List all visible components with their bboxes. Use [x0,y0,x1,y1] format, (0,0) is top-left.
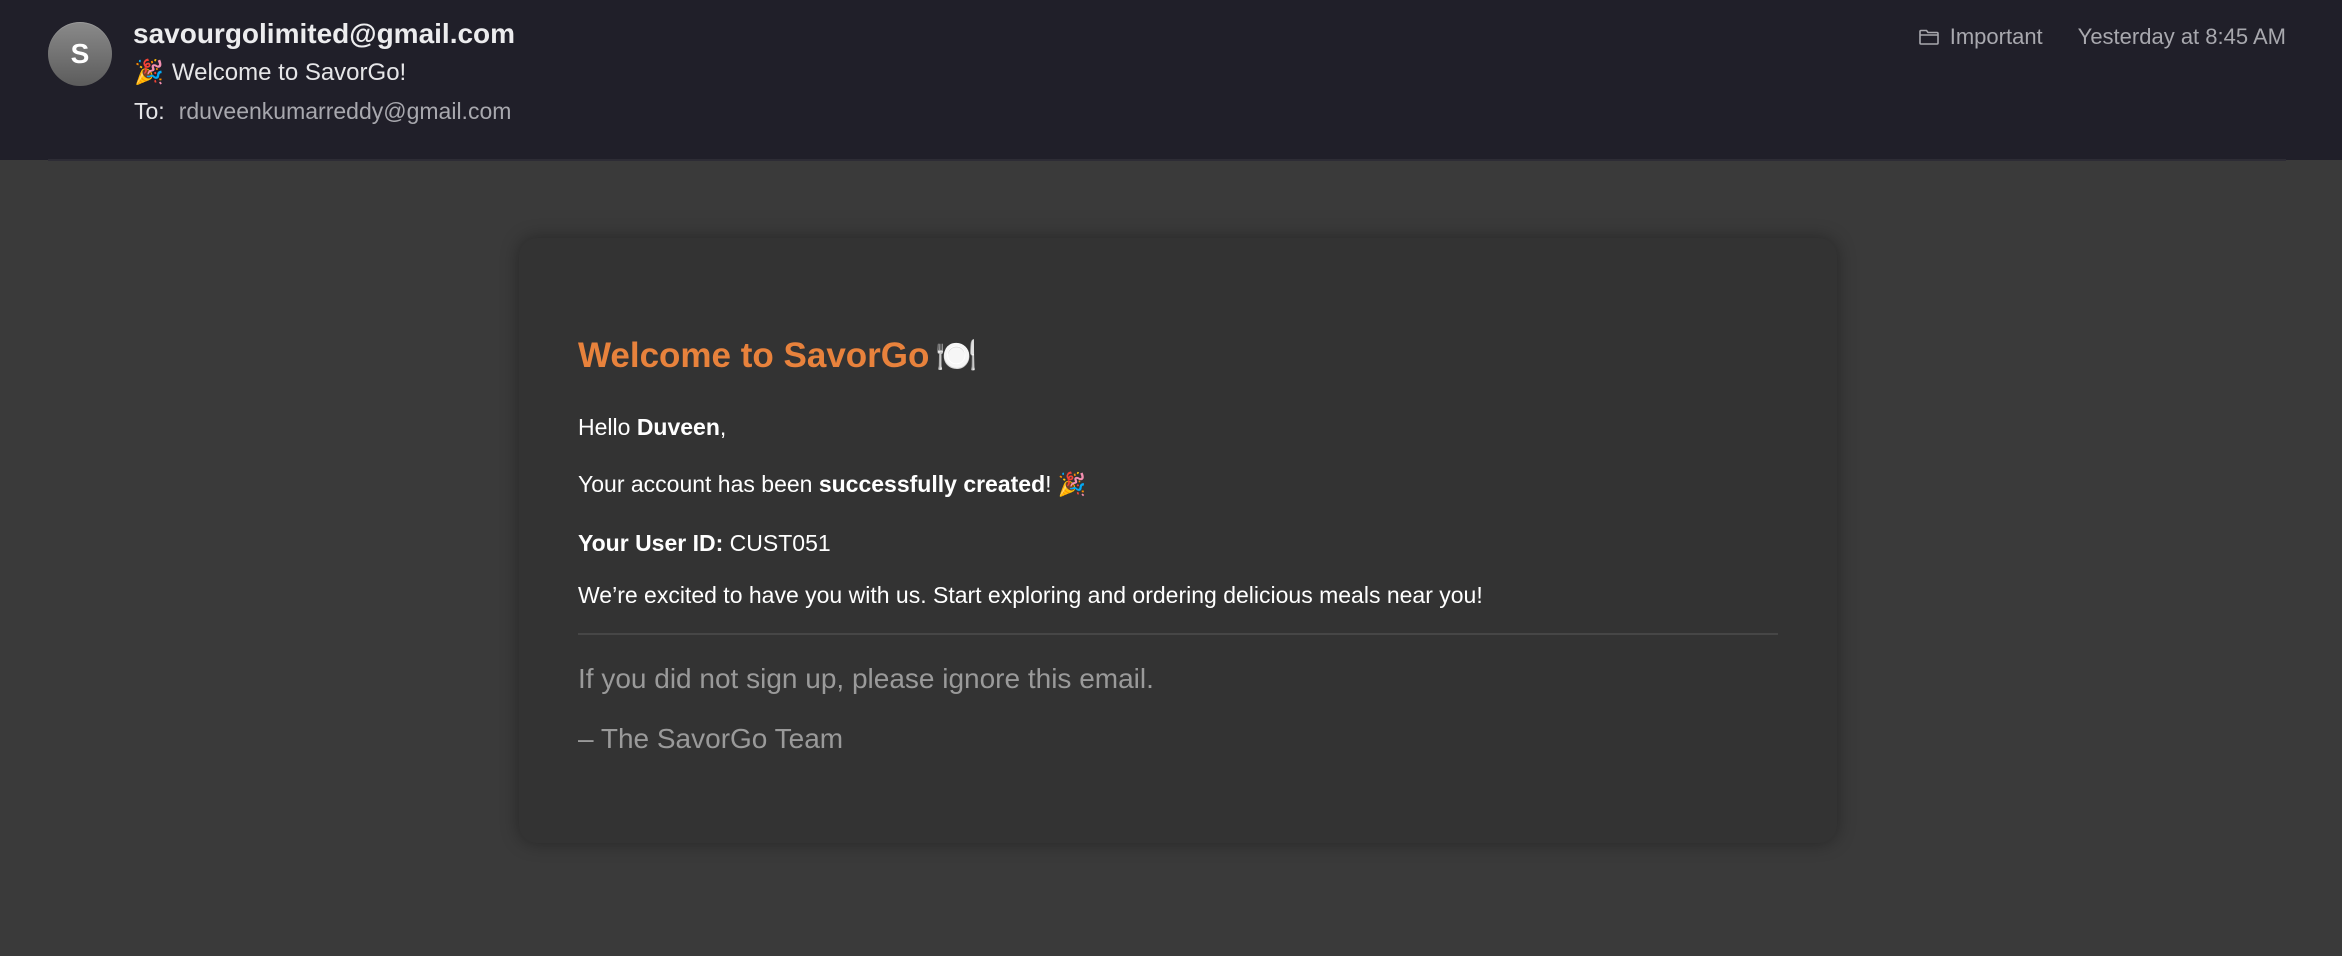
recipient-row: To: rduveenkumarreddy@gmail.com [134,98,511,125]
account-prefix: Your account has been [578,471,819,497]
user-id-line: Your User ID: CUST051 [578,530,831,557]
ignore-note: If you did not sign up, please ignore th… [578,663,1154,694]
account-status: successfully created [818,471,1046,497]
welcome-heading-text: Welcome to SavorGo [578,336,930,375]
email-meta: Important Yesterday at 8:45 AM [1918,24,2286,50]
recipient-address[interactable]: rduveenkumarreddy@gmail.com [179,98,512,124]
folder-icon[interactable] [1918,26,1940,48]
welcome-heading: Welcome to SavorGo 🍽️ [578,336,978,376]
party-popper-icon: 🎉 [134,59,164,86]
plate-cutlery-icon: 🍽️ [935,337,978,375]
header-divider [48,159,2286,161]
divider [578,633,1778,635]
timestamp: Yesterday at 8:45 AM [2077,24,2286,49]
to-label: To: [134,98,165,124]
account-suffix: ! 🎉 [1045,471,1087,497]
greeting-line: Hello Duveen, [578,414,726,441]
user-id-label: Your User ID: [578,530,724,556]
email-header: S savourgolimited@gmail.com 🎉 Welcome to … [0,0,2342,160]
subject-text: Welcome to SavorGo! [171,59,407,86]
welcome-message: We’re excited to have you with us. Start… [578,582,1483,608]
avatar[interactable]: S [48,22,112,86]
account-created-line: Your account has been successfully creat… [578,471,1087,498]
greeting-suffix: , [719,414,727,440]
folder-label[interactable]: Important [1950,24,2043,50]
user-name: Duveen [636,414,720,440]
signature: – The SavorGo Team [578,723,844,754]
email-card: Welcome to SavorGo 🍽️ Hello Duveen, Your … [519,238,1837,843]
sender-address[interactable]: savourgolimited@gmail.com [133,18,515,50]
email-subject: 🎉 Welcome to SavorGo! [134,58,406,87]
user-id-value: CUST051 [723,530,831,556]
greeting-prefix: Hello [578,414,637,440]
